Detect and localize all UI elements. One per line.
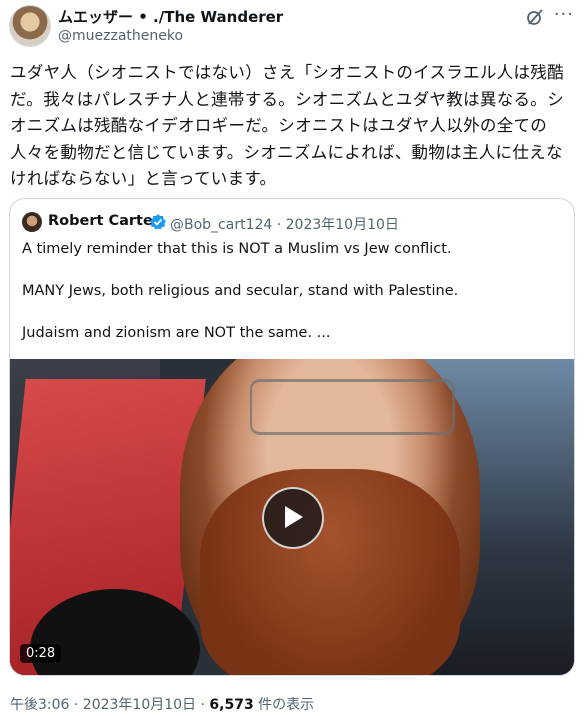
views-label: 件の表示 [253,697,315,713]
tweet-meta: 午後3:06 · 2023年10月10日 · 6,573 件の表示 [10,694,314,714]
views-count: 6,573 [209,697,254,713]
play-icon [285,506,303,528]
video-player[interactable]: 0:28 [10,359,574,675]
quoted-handle-date: @Bob_cart124 · 2023年10月10日 [170,217,399,233]
tweet-text: ユダヤ人（シオニストではない）さえ「シオニストのイスラエル人は残酷だ。我々はパレ… [10,63,564,188]
video-duration: 0:28 [20,644,62,663]
verified-icon [149,213,167,231]
grok-icon[interactable] [526,8,544,26]
quoted-text: A timely reminder that this is NOT a Mus… [22,241,459,341]
quoted-tweet-card[interactable]: Robert Carter @Bob_cart124 · 2023年10月10日… [9,198,575,676]
quoted-author-avatar [22,212,42,232]
author-avatar[interactable] [9,5,51,47]
video-glasses [250,379,455,435]
play-button[interactable] [262,487,324,549]
quoted-author-name: Robert Carter [48,213,160,229]
tweet-timestamp[interactable]: 午後3:06 · 2023年10月10日 · [10,697,209,713]
author-handle[interactable]: @muezzatheneko [58,28,183,44]
author-name[interactable]: ムエッザー • ./The Wanderer [58,6,283,27]
more-icon[interactable]: ··· [554,6,574,24]
video-beard [200,469,460,675]
